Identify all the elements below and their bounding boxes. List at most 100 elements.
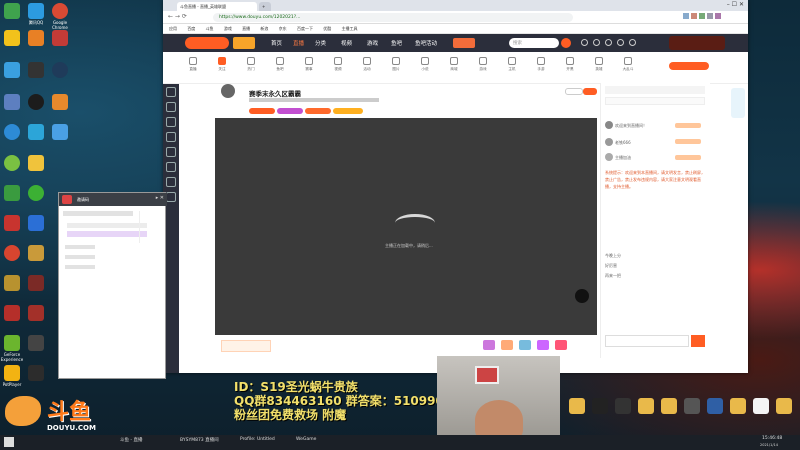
desktop-icon[interactable] [0, 275, 24, 292]
clock-time[interactable]: 15:46:48 [762, 436, 782, 441]
nav-home[interactable]: 首页 [271, 39, 282, 47]
category-item[interactable]: 开黑 [560, 57, 580, 72]
sidebar-icon[interactable] [166, 162, 176, 172]
desktop-icon[interactable] [48, 30, 72, 47]
send-button[interactable] [691, 335, 705, 347]
sidebar-icon[interactable] [166, 192, 176, 202]
category-item[interactable]: 商城 [444, 57, 464, 72]
desktop-icon-steam[interactable] [48, 62, 72, 79]
desktop-icon[interactable] [588, 398, 612, 415]
gift-bar-left[interactable] [221, 340, 271, 352]
window-controls[interactable]: – ☐ ✕ [727, 1, 744, 8]
header-user-icons[interactable] [581, 39, 661, 47]
taskbar-item[interactable]: BYSYM873 直播间 [180, 437, 219, 443]
desktop-icon[interactable] [48, 124, 72, 141]
bookmark-item[interactable]: 斗鱼 [206, 26, 214, 31]
bookmark-item[interactable]: 主播工具 [342, 26, 358, 31]
nav-game[interactable]: 游戏 [367, 39, 378, 47]
video-player[interactable]: 主播正在加载中，请稍后... [215, 118, 597, 335]
desktop-folder-icon[interactable] [657, 398, 681, 415]
desktop-file-icon[interactable] [749, 398, 773, 415]
category-item[interactable]: 赛事 [299, 57, 319, 72]
desktop-icon[interactable] [0, 30, 24, 47]
sidebar-icon[interactable] [166, 117, 176, 127]
url-field[interactable]: https://www.douyu.com/1202021?... [213, 13, 573, 22]
desktop-folder-icon[interactable] [726, 398, 750, 415]
category-item[interactable]: 大乱斗 [618, 57, 638, 72]
category-item[interactable]: 主机 [502, 57, 522, 72]
desktop-icon[interactable] [24, 94, 48, 111]
sidebar-icon[interactable] [166, 177, 176, 187]
qq-list-item[interactable] [65, 255, 95, 259]
open-client-button[interactable] [669, 62, 709, 70]
desktop-folder-icon[interactable] [565, 398, 589, 415]
nav-yuba[interactable]: 鱼吧 [391, 39, 402, 47]
follow-button[interactable] [583, 88, 597, 95]
category-item[interactable]: 活动 [357, 57, 377, 72]
category-item[interactable]: 鱼吧 [270, 57, 290, 72]
desktop-icon[interactable] [48, 94, 72, 111]
sidebar-icon[interactable] [166, 87, 176, 97]
category-item[interactable]: 图片 [386, 57, 406, 72]
streamer-avatar[interactable] [221, 84, 235, 98]
avatar-banner[interactable] [669, 36, 725, 50]
sidebar-icon[interactable] [166, 102, 176, 112]
desktop-icon[interactable] [24, 30, 48, 47]
category-item[interactable]: 视频 [328, 57, 348, 72]
search-box[interactable]: 搜索 [509, 38, 559, 48]
desktop-icon-wechat[interactable] [24, 185, 48, 202]
qq-list-item[interactable] [63, 211, 133, 216]
desktop-icon[interactable] [611, 398, 635, 415]
clock-date[interactable]: 2021/1/14 [760, 443, 778, 447]
category-item[interactable]: 直播 [183, 57, 203, 72]
search-icon[interactable] [561, 38, 571, 48]
promo-button[interactable] [453, 38, 475, 48]
desktop-icon[interactable] [24, 215, 48, 232]
bookmark-item[interactable]: 京东 [279, 26, 287, 31]
desktop-icon[interactable] [24, 245, 48, 262]
new-tab-button[interactable]: + [259, 2, 271, 11]
nav-activity[interactable]: 鱼吧活动 [415, 39, 437, 47]
desktop-icon[interactable] [0, 3, 24, 20]
bookmark-item[interactable]: 优酷 [323, 26, 331, 31]
desktop-icon[interactable] [24, 62, 48, 79]
qq-side-options[interactable] [139, 211, 165, 243]
bookmark-item[interactable]: 百度 [187, 26, 195, 31]
extension-icons[interactable] [683, 13, 743, 22]
taskbar-item[interactable]: Profile: Untitled [240, 437, 275, 442]
bookmark-item[interactable]: 游戏 [224, 26, 232, 31]
category-item[interactable]: 小说 [415, 57, 435, 72]
bookmark-item[interactable]: 新浪 [260, 26, 268, 31]
desktop-icon-potplayer[interactable]: PotPlayer [0, 365, 24, 387]
desktop-icon[interactable] [24, 365, 48, 382]
browser-tab-active[interactable]: 斗鱼直播 - 直播_英雄联盟 [177, 2, 257, 11]
floating-widget[interactable] [731, 88, 745, 118]
sidebar-icon[interactable] [166, 147, 176, 157]
desktop-icon-qq[interactable]: 腾讯QQ [24, 3, 48, 25]
desktop-icon[interactable] [24, 335, 48, 352]
category-item[interactable]: 英雄 [589, 57, 609, 72]
desktop-icon[interactable] [0, 62, 24, 79]
bookmark-item[interactable]: 百度一下 [297, 26, 313, 31]
rank-tabs[interactable] [605, 97, 705, 105]
desktop-folder-icon[interactable] [634, 398, 658, 415]
desktop-icon[interactable] [0, 94, 24, 111]
desktop-icon[interactable] [703, 398, 727, 415]
desktop-icon-geforce[interactable]: GeForce Experience [0, 335, 24, 362]
desktop-icon-chrome[interactable]: Google Chrome [48, 3, 72, 30]
nav-video[interactable]: 视频 [341, 39, 352, 47]
qq-window-controls[interactable]: ▸ ✕ [156, 195, 164, 201]
sidebar-icon[interactable] [166, 132, 176, 142]
desktop-icon[interactable] [0, 215, 24, 232]
desktop-folder-icon[interactable] [772, 398, 796, 415]
nav-live[interactable]: 直播 [293, 39, 304, 47]
desktop-icon[interactable] [24, 305, 48, 322]
nav-buttons[interactable]: ← → ⟳ [168, 13, 187, 20]
qq-list-item[interactable] [67, 223, 147, 228]
desktop-icon-chrome[interactable] [0, 245, 24, 262]
desktop-icon[interactable] [680, 398, 704, 415]
qq-list-item[interactable] [65, 265, 95, 269]
qq-list-item-selected[interactable] [67, 231, 147, 237]
desktop-icon[interactable] [24, 124, 48, 141]
qq-list-item[interactable] [65, 245, 95, 249]
